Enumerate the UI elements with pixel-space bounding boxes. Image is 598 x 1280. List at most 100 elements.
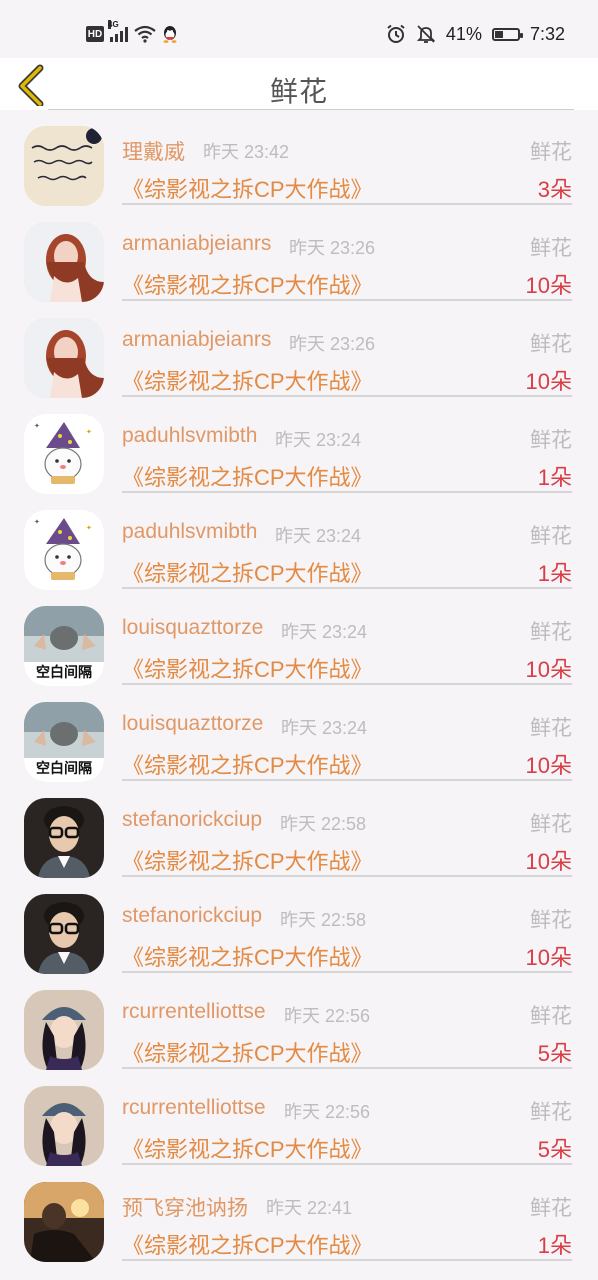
svg-text:✦: ✦ bbox=[86, 428, 92, 436]
row-divider bbox=[122, 875, 572, 877]
username[interactable]: stefanorickciup bbox=[122, 808, 262, 832]
row-divider bbox=[122, 1259, 572, 1261]
gift-type: 鲜花 bbox=[530, 1101, 572, 1124]
avatar[interactable]: 空白间隔 bbox=[24, 606, 104, 686]
timestamp: 昨天 23:24 bbox=[275, 526, 362, 546]
timestamp: 昨天 22:56 bbox=[284, 1102, 371, 1122]
username[interactable]: 预飞穿池讷扬 bbox=[122, 1192, 248, 1222]
timestamp: 昨天 23:26 bbox=[289, 238, 376, 258]
row-divider bbox=[122, 587, 572, 589]
timestamp: 昨天 23:26 bbox=[289, 334, 376, 354]
program-title[interactable]: 《综影视之拆CP大作战》 bbox=[122, 268, 373, 300]
avatar[interactable] bbox=[24, 798, 104, 878]
status-bar: HD 4G 41% 7:32 bbox=[0, 0, 598, 58]
flower-quantity: 10朵 bbox=[525, 849, 572, 874]
list-item[interactable]: 空白间隔 louisquazttorze 昨天 23:24 鲜花《综影视之拆CP大作战… bbox=[0, 686, 598, 782]
clock: 7:32 bbox=[529, 23, 565, 44]
timestamp: 昨天 22:58 bbox=[280, 910, 367, 930]
gift-type: 鲜花 bbox=[530, 333, 572, 356]
list-item[interactable]: stefanorickciup 昨天 22:58 鲜花《综影视之拆CP大作战》 10朵 bbox=[0, 782, 598, 878]
row-divider bbox=[122, 1163, 572, 1165]
avatar[interactable] bbox=[24, 894, 104, 974]
list-item[interactable]: rcurrentelliottse 昨天 22:56 鲜花《综影视之拆CP大作战》 5… bbox=[0, 1070, 598, 1166]
gift-type: 鲜花 bbox=[530, 525, 572, 548]
flower-quantity: 3朵 bbox=[537, 177, 572, 202]
gift-type: 鲜花 bbox=[530, 621, 572, 644]
list-item[interactable]: armaniabjeianrs 昨天 23:26 鲜花《综影视之拆CP大作战》 10朵 bbox=[0, 206, 598, 302]
program-title[interactable]: 《综影视之拆CP大作战》 bbox=[122, 172, 373, 204]
row-divider bbox=[122, 491, 572, 493]
program-title[interactable]: 《综影视之拆CP大作战》 bbox=[122, 1132, 373, 1164]
username[interactable]: armaniabjeianrs bbox=[122, 232, 271, 256]
program-title[interactable]: 《综影视之拆CP大作战》 bbox=[122, 556, 373, 588]
avatar-caption: 空白间隔 bbox=[36, 760, 92, 776]
username[interactable]: louisquazttorze bbox=[122, 616, 263, 640]
program-title[interactable]: 《综影视之拆CP大作战》 bbox=[122, 1228, 373, 1260]
avatar[interactable] bbox=[24, 990, 104, 1070]
row-divider bbox=[122, 1067, 572, 1069]
program-title[interactable]: 《综影视之拆CP大作战》 bbox=[122, 940, 373, 972]
program-title[interactable]: 《综影视之拆CP大作战》 bbox=[122, 1036, 373, 1068]
timestamp: 昨天 23:24 bbox=[275, 430, 362, 450]
username[interactable]: rcurrentelliottse bbox=[122, 1096, 266, 1120]
timestamp: 昨天 23:42 bbox=[203, 142, 290, 162]
timestamp: 昨天 23:24 bbox=[281, 718, 368, 738]
avatar[interactable]: ✦ ✦ bbox=[24, 510, 104, 590]
avatar-caption: 空白间隔 bbox=[36, 664, 92, 680]
timestamp: 昨天 22:41 bbox=[266, 1198, 353, 1218]
flower-quantity: 10朵 bbox=[525, 945, 572, 970]
gift-type: 鲜花 bbox=[530, 717, 572, 740]
list-item[interactable]: rcurrentelliottse 昨天 22:56 鲜花 《综影视之拆CP大作战》 5… bbox=[0, 974, 598, 1070]
flower-quantity: 5朵 bbox=[537, 1137, 572, 1162]
program-title[interactable]: 《综影视之拆CP大作战》 bbox=[122, 844, 373, 876]
username[interactable]: louisquazttorze bbox=[122, 712, 263, 736]
flower-record-list[interactable]: 理戴威 昨天 23:42 鲜花 《综影视之拆CP大作战》 3朵 armaniabjeia… bbox=[0, 110, 598, 1280]
list-item[interactable]: 空白间隔 louisquazttorze 昨天 23:24 鲜花 《综影视之拆CP大作战… bbox=[0, 590, 598, 686]
row-divider bbox=[122, 683, 572, 685]
timestamp: 昨天 22:56 bbox=[284, 1006, 371, 1026]
program-title[interactable]: 《综影视之拆CP大作战》 bbox=[122, 748, 373, 780]
flower-quantity: 1朵 bbox=[537, 1233, 572, 1258]
gift-type: 鲜花 bbox=[530, 141, 572, 164]
flower-quantity: 10朵 bbox=[525, 657, 572, 682]
list-item[interactable]: armaniabjeianrs 昨天 23:26 鲜花《综影视之拆CP大作战》 10朵 bbox=[0, 302, 598, 398]
gift-type: 鲜花 bbox=[530, 237, 572, 260]
username[interactable]: armaniabjeianrs bbox=[122, 328, 271, 352]
username[interactable]: paduhlsvmibth bbox=[122, 520, 257, 544]
flower-quantity: 10朵 bbox=[525, 273, 572, 298]
username[interactable]: stefanorickciup bbox=[122, 904, 262, 928]
list-item[interactable]: stefanorickciup 昨天 22:58 鲜花 《综影视之拆CP大作战》 10朵 bbox=[0, 878, 598, 974]
list-item[interactable]: 理戴威 昨天 23:42 鲜花《综影视之拆CP大作战》 3朵 bbox=[0, 110, 598, 206]
avatar[interactable]: ✦ ✦ bbox=[24, 414, 104, 494]
avatar[interactable] bbox=[24, 1086, 104, 1166]
network-type: 4G bbox=[108, 20, 119, 29]
program-title[interactable]: 《综影视之拆CP大作战》 bbox=[122, 652, 373, 684]
gift-type: 鲜花 bbox=[530, 813, 572, 836]
signal-icon: 4G bbox=[108, 20, 128, 42]
list-item[interactable]: ✦ ✦ paduhlsvmibth 昨天 23:24 鲜花《综影视之拆CP大作战》 1朵 bbox=[0, 494, 598, 590]
program-title[interactable]: 《综影视之拆CP大作战》 bbox=[122, 460, 373, 492]
row-divider bbox=[122, 395, 572, 397]
username[interactable]: rcurrentelliottse bbox=[122, 1000, 266, 1024]
flower-quantity: 1朵 bbox=[537, 561, 572, 586]
program-title[interactable]: 《综影视之拆CP大作战》 bbox=[122, 364, 373, 396]
row-divider bbox=[122, 971, 572, 973]
avatar[interactable] bbox=[24, 222, 104, 302]
battery-percent: 41% bbox=[445, 23, 482, 44]
nav-bar: 鲜花 bbox=[0, 58, 598, 110]
status-right: 41% 7:32 bbox=[386, 22, 565, 46]
avatar[interactable] bbox=[24, 318, 104, 398]
timestamp: 昨天 22:58 bbox=[280, 814, 367, 834]
flower-quantity: 10朵 bbox=[525, 369, 572, 394]
avatar[interactable] bbox=[24, 126, 104, 206]
gift-type: 鲜花 bbox=[530, 1005, 572, 1028]
list-item[interactable]: ✦ ✦ paduhlsvmibth 昨天 23:24 鲜花 《综影视之拆CP大作战》 1朵 bbox=[0, 398, 598, 494]
username[interactable]: paduhlsvmibth bbox=[122, 424, 257, 448]
status-left: HD 4G bbox=[86, 20, 178, 46]
username[interactable]: 理戴威 bbox=[122, 136, 185, 166]
page-title: 鲜花 bbox=[269, 76, 328, 107]
avatar[interactable] bbox=[24, 1182, 104, 1262]
list-item[interactable]: 预飞穿池讷扬 昨天 22:41 鲜花 《综影视之拆CP大作战》 1朵 bbox=[0, 1166, 598, 1262]
row-divider bbox=[122, 203, 572, 205]
avatar[interactable]: 空白间隔 bbox=[24, 702, 104, 782]
